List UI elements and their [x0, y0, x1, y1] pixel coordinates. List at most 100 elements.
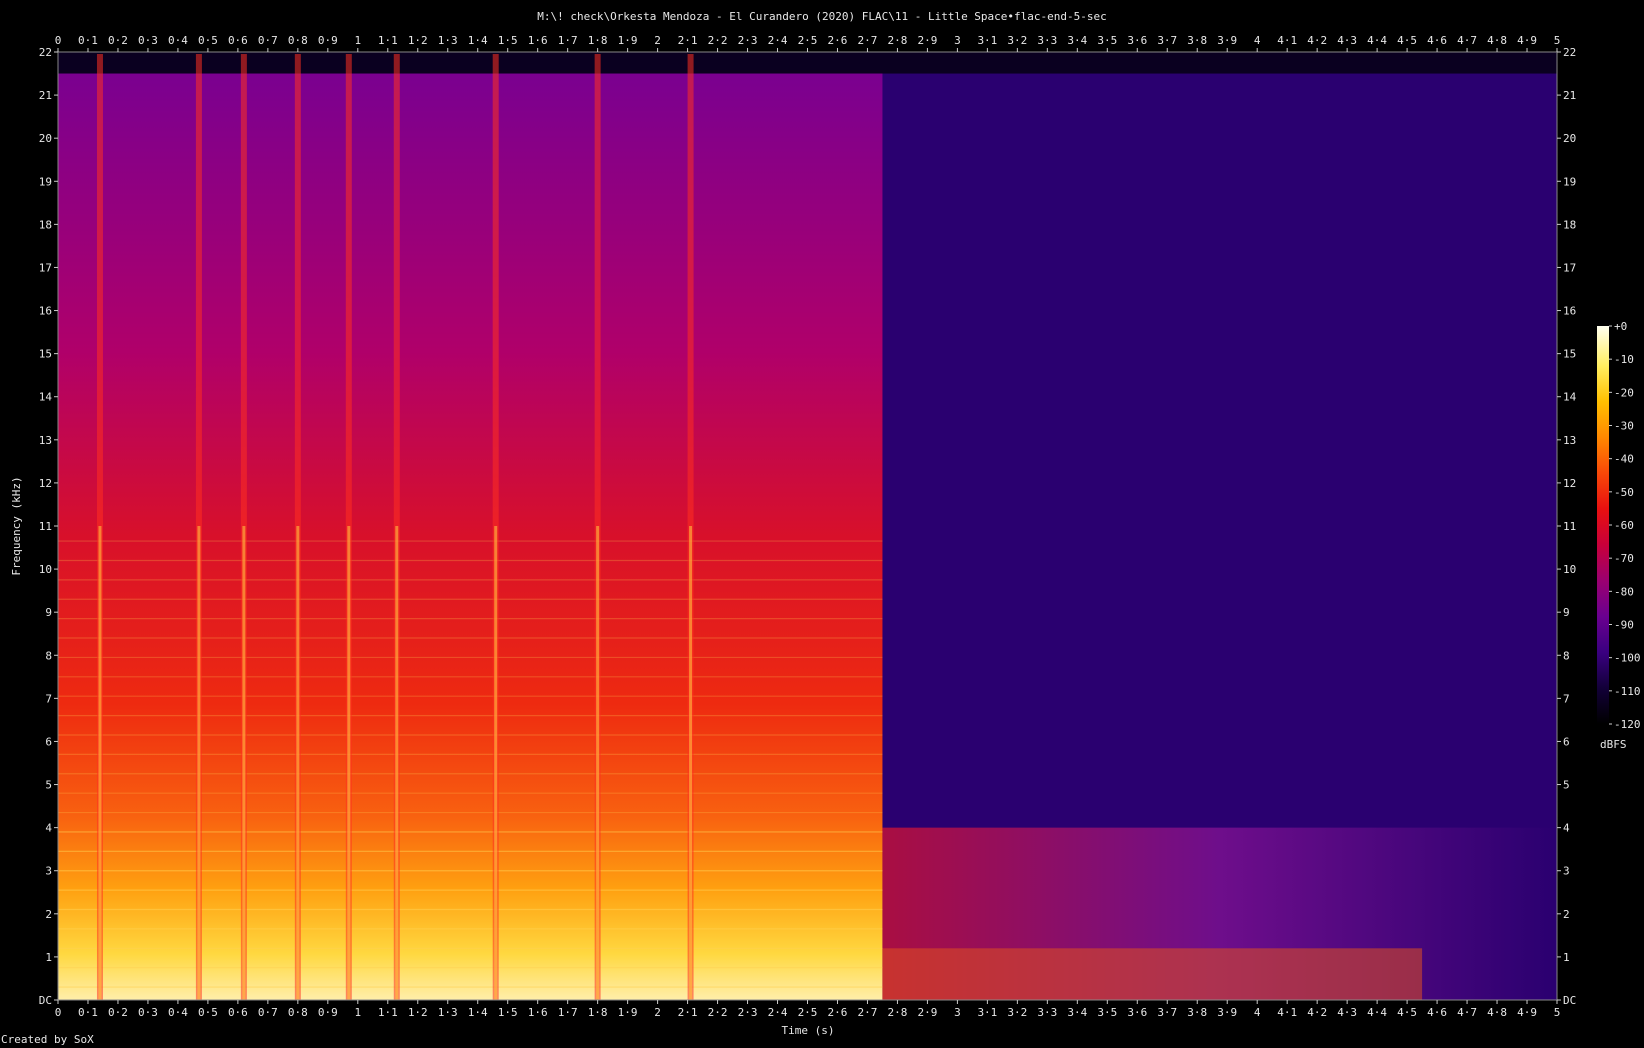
y-tick-label: 19 [1563, 175, 1576, 188]
x-tick-label: 1·3 [438, 1006, 458, 1019]
y-tick-label: 3 [45, 865, 52, 878]
y-tick-label: 14 [39, 391, 53, 404]
x-tick-label: 3·4 [1067, 34, 1087, 47]
x-tick-label: 4 [1254, 34, 1261, 47]
x-tick-label: 4·1 [1277, 1006, 1297, 1019]
transient-core [98, 526, 102, 1000]
x-tick-label: 3·1 [977, 34, 997, 47]
x-tick-label: 3·9 [1217, 34, 1237, 47]
x-tick-label: 4·1 [1277, 34, 1297, 47]
y-tick-label: 20 [39, 132, 52, 145]
x-ticks-bottom: 0 0·1 0·2 0·3 0·4 0·5 0·6 0·7 0·8 0·9 1 1·1 1·2 1·3 1·… [55, 1000, 1560, 1019]
x-tick-label: 0·1 [78, 1006, 98, 1019]
x-tick-label: 2·1 [678, 34, 698, 47]
x-tick-label: 2·6 [828, 34, 848, 47]
x-tick-label: 0·5 [198, 1006, 218, 1019]
x-tick-label: 4·5 [1397, 34, 1417, 47]
x-tick-label: 1·7 [558, 1006, 578, 1019]
x-tick-label: 2·4 [768, 1006, 788, 1019]
colorbar-tick-label: -100 [1614, 652, 1641, 665]
x-tick-label: 1·4 [468, 1006, 488, 1019]
x-tick-label: 1·1 [378, 34, 398, 47]
y-tick-label: 19 [39, 175, 52, 188]
y-tick-label: 5 [45, 779, 52, 792]
x-tick-label: 1·4 [468, 34, 488, 47]
y-tick-label: 16 [1563, 305, 1576, 318]
y-tick-label: 4 [45, 822, 52, 835]
x-tick-label: 2·3 [738, 1006, 758, 1019]
y-tick-label: 2 [1563, 908, 1570, 921]
transient-core [689, 526, 693, 1000]
colorbar-tick-label: -30 [1614, 420, 1634, 433]
y-tick-label: 5 [1563, 779, 1570, 792]
transient-core [296, 526, 300, 1000]
x-tick-label: 2·3 [738, 34, 758, 47]
x-tick-label: 2·9 [917, 1006, 937, 1019]
low-freq-tail [882, 948, 1423, 1000]
y-tick-label: 14 [1563, 391, 1577, 404]
y-tick-label: 7 [45, 692, 52, 705]
x-tick-label: 0·2 [108, 34, 128, 47]
y-tick-label: 6 [45, 735, 52, 748]
x-tick-label: 2·7 [858, 34, 878, 47]
x-tick-label: 4·4 [1367, 34, 1387, 47]
x-tick-label: 0·1 [78, 34, 98, 47]
x-tick-label: 0 [55, 34, 62, 47]
x-tick-label: 1·9 [618, 1006, 638, 1019]
y-tick-label: 11 [39, 520, 52, 533]
x-axis-label: Time (s) [782, 1024, 835, 1037]
x-tick-label: 0·3 [138, 34, 158, 47]
x-tick-label: 4·3 [1337, 1006, 1357, 1019]
y-tick-label: 6 [1563, 735, 1570, 748]
x-tick-label: 1 [354, 1006, 361, 1019]
x-tick-label: 0 [55, 1006, 62, 1019]
y-tick-label: 18 [1563, 218, 1576, 231]
y-tick-label: 11 [1563, 520, 1576, 533]
x-tick-label: 1·6 [528, 34, 548, 47]
y-tick-label: 1 [1563, 951, 1570, 964]
x-tick-label: 0·4 [168, 34, 188, 47]
x-tick-label: 2 [654, 34, 661, 47]
x-tick-label: 2 [654, 1006, 661, 1019]
colorbar-ticks: +0 -10 -20 -30 -40 -50 -60 -70 -80 -90 -100 -110 -12… [1609, 320, 1641, 731]
x-tick-label: 0·8 [288, 34, 308, 47]
x-tick-label: 2·5 [798, 34, 818, 47]
x-tick-label: 4·2 [1307, 1006, 1327, 1019]
x-tick-label: 0·9 [318, 1006, 338, 1019]
x-tick-label: 3·6 [1127, 1006, 1147, 1019]
x-tick-label: 1·8 [588, 1006, 608, 1019]
x-tick-label: 3·5 [1097, 34, 1117, 47]
transient-core [197, 526, 201, 1000]
x-tick-label: 4 [1254, 1006, 1261, 1019]
colorbar-tick-label: -70 [1614, 552, 1634, 565]
colorbar-tick-label: -120 [1614, 718, 1641, 731]
y-tick-label: 8 [1563, 649, 1570, 662]
colorbar-tick-label: -80 [1614, 585, 1634, 598]
y-axis-label: Frequency (kHz) [10, 476, 23, 575]
x-tick-label: 4·4 [1367, 1006, 1387, 1019]
x-tick-label: 0·5 [198, 34, 218, 47]
x-tick-label: 3·2 [1007, 1006, 1027, 1019]
colorbar [1597, 326, 1609, 724]
x-tick-label: 4·6 [1427, 1006, 1447, 1019]
x-tick-label: 2·4 [768, 34, 788, 47]
y-tick-label: 15 [39, 348, 52, 361]
chart-title: M:\! check\Orkesta Mendoza - El Curander… [537, 10, 1107, 23]
x-tick-label: 1·2 [408, 1006, 428, 1019]
y-tick-label: 10 [39, 563, 52, 576]
x-tick-label: 0·6 [228, 1006, 248, 1019]
colorbar-tick-label: -60 [1614, 519, 1634, 532]
x-tick-label: 3 [954, 1006, 961, 1019]
x-tick-label: 1·9 [618, 34, 638, 47]
x-tick-label: 2·5 [798, 1006, 818, 1019]
transient-core [242, 526, 246, 1000]
x-tick-label: 0·7 [258, 1006, 278, 1019]
x-tick-label: 4·2 [1307, 34, 1327, 47]
x-ticks-top: 0 0·1 0·2 0·3 0·4 0·5 0·6 0·7 0·8 0·9 1 1·1 1·2 1·3 1·… [55, 34, 1560, 52]
y-tick-label: 13 [39, 434, 52, 447]
transient-core [347, 526, 351, 1000]
colorbar-tick-label: -10 [1614, 353, 1634, 366]
y-tick-label: 8 [45, 649, 52, 662]
loud-region [58, 73, 883, 1000]
x-tick-label: 1 [354, 34, 361, 47]
